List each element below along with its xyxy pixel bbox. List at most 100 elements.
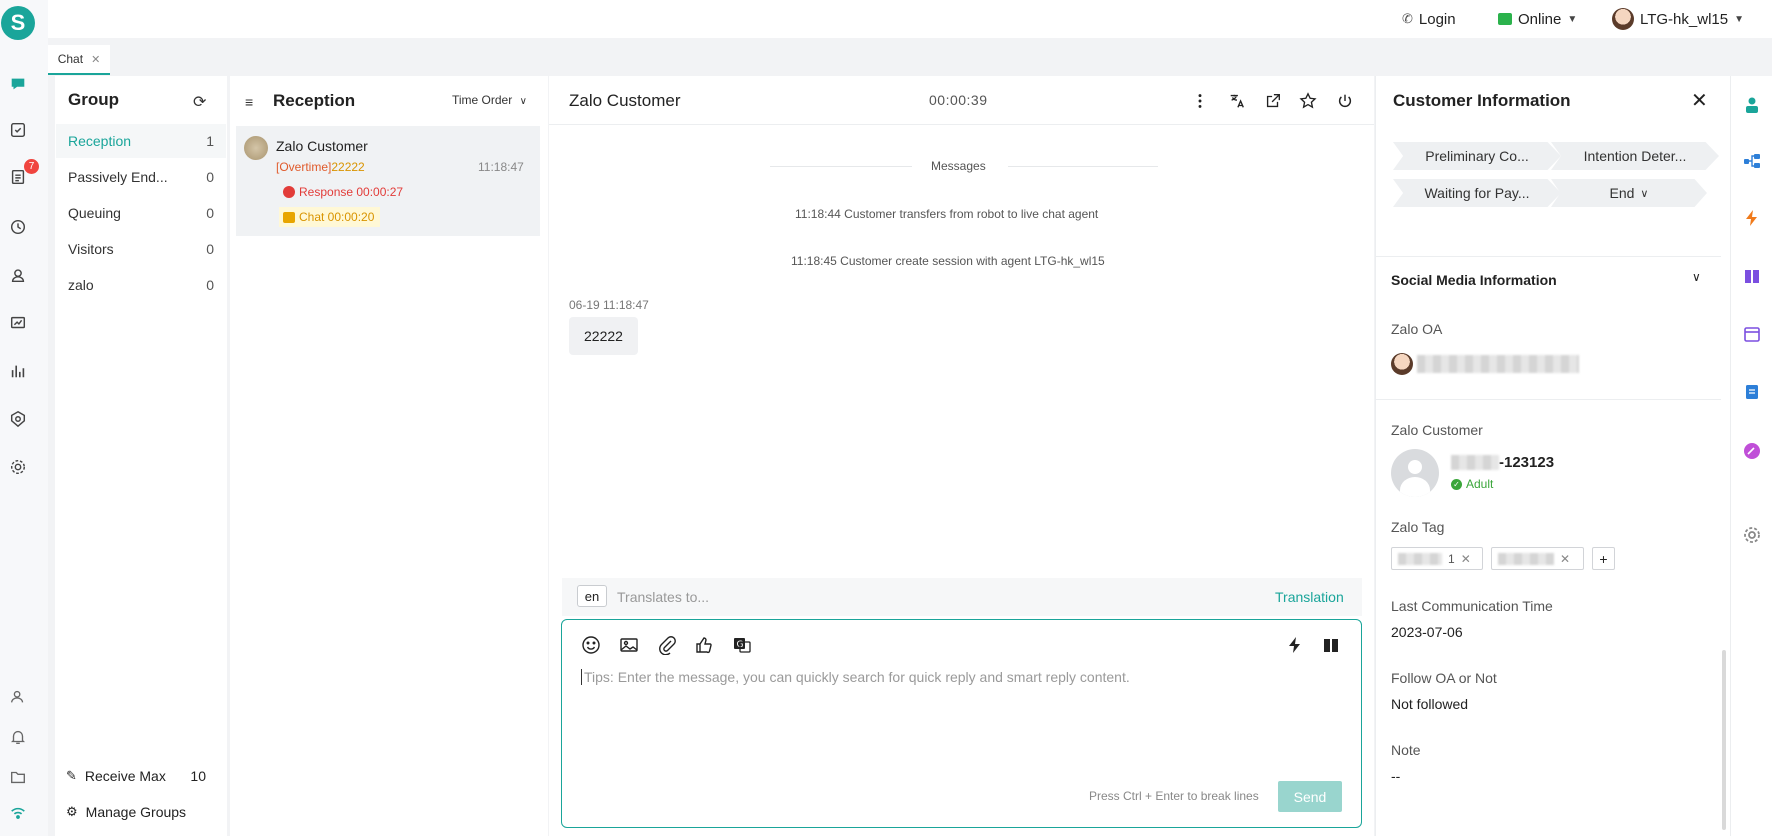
- receive-max-row[interactable]: ✎ Receive Max 10: [66, 768, 206, 784]
- monitor-icon[interactable]: [7, 312, 29, 334]
- folder-icon[interactable]: [7, 766, 29, 788]
- session-timer: 00:00:39: [929, 92, 988, 108]
- manage-groups-button[interactable]: ⚙ Manage Groups: [66, 804, 186, 820]
- send-button[interactable]: Send: [1278, 781, 1342, 812]
- note-value: --: [1391, 768, 1401, 784]
- scrollbar[interactable]: [1722, 650, 1726, 830]
- tab-chat[interactable]: Chat ✕: [48, 45, 110, 75]
- login-button[interactable]: ✆ Login: [1402, 8, 1456, 30]
- thumbs-up-icon[interactable]: [693, 634, 715, 656]
- group-item-count: 0: [206, 277, 214, 293]
- zalo-oa-avatar: [1391, 353, 1413, 375]
- session-preview: [Overtime]22222: [276, 160, 365, 174]
- zalo-tag[interactable]: ✕: [1491, 547, 1584, 570]
- quick-reply-icon[interactable]: [1741, 207, 1763, 229]
- session-time: 11:18:47: [478, 160, 524, 174]
- tab-label: Chat: [57, 52, 84, 66]
- chat-title: Zalo Customer: [569, 91, 681, 110]
- group-item-count: 0: [206, 241, 214, 257]
- group-item-count: 0: [206, 205, 214, 221]
- stage-intention[interactable]: Intention Deter...: [1551, 142, 1719, 170]
- flow-icon[interactable]: [1741, 150, 1763, 172]
- message-input[interactable]: Tips: Enter the message, you can quickly…: [581, 669, 1130, 685]
- group-item-passively-ended[interactable]: Passively End... 0: [56, 160, 226, 194]
- signature-icon[interactable]: [1741, 440, 1763, 462]
- contacts-icon[interactable]: [7, 264, 29, 286]
- chevron-down-icon: ∨: [519, 96, 527, 107]
- app-logo[interactable]: S: [1, 6, 35, 40]
- tab-strip: [48, 38, 1772, 75]
- message-timestamp: 06-19 11:18:47: [569, 298, 649, 312]
- group-item-reception[interactable]: Reception 1: [56, 124, 226, 158]
- sort-label: Time Order: [452, 93, 513, 107]
- lightning-icon[interactable]: [1284, 634, 1306, 656]
- tag-suffix: 1: [1448, 551, 1455, 566]
- attachment-icon[interactable]: [656, 634, 678, 656]
- adult-label: Adult: [1466, 477, 1494, 491]
- agent-icon[interactable]: [7, 686, 29, 708]
- refresh-icon[interactable]: ⟳: [193, 92, 206, 112]
- book-icon[interactable]: [1320, 634, 1342, 656]
- language-chip[interactable]: en: [577, 585, 607, 607]
- power-icon[interactable]: [1334, 90, 1356, 112]
- add-tag-button[interactable]: +: [1592, 547, 1615, 570]
- close-icon[interactable]: ✕: [1461, 552, 1471, 566]
- status-dropdown[interactable]: Online ▼: [1498, 8, 1577, 30]
- group-item-zalo[interactable]: zalo 0: [56, 268, 226, 302]
- overtime-label: [Overtime]: [276, 160, 332, 174]
- agent-menu[interactable]: LTG-hk_wl15 ▼: [1612, 8, 1744, 30]
- close-icon[interactable]: ✕: [1560, 552, 1570, 566]
- group-item-label: Reception: [68, 133, 132, 149]
- image-icon[interactable]: [618, 634, 640, 656]
- more-icon[interactable]: [1189, 90, 1211, 112]
- bell-icon[interactable]: [7, 726, 29, 748]
- document-icon[interactable]: [1741, 381, 1763, 403]
- zalo-tag[interactable]: 1 ✕: [1391, 547, 1483, 570]
- adult-badge: ✓ Adult: [1451, 477, 1493, 491]
- customer-icon[interactable]: [1741, 94, 1763, 116]
- login-label: Login: [1418, 10, 1456, 28]
- group-item-label: Visitors: [68, 241, 114, 257]
- translate-icon[interactable]: [1226, 90, 1248, 112]
- google-translate-icon[interactable]: G: [731, 634, 753, 656]
- settings-icon[interactable]: [7, 456, 29, 478]
- system-message: 11:18:44 Customer transfers from robot t…: [795, 207, 1099, 221]
- chat-bubble-icon: [283, 211, 295, 223]
- zalo-oa-label: Zalo OA: [1391, 321, 1443, 337]
- info-title: Customer Information: [1393, 91, 1571, 110]
- report-icon[interactable]: [7, 360, 29, 382]
- close-icon[interactable]: ✕: [1691, 88, 1708, 113]
- chevron-down-icon[interactable]: ∨: [1692, 270, 1701, 284]
- sort-dropdown[interactable]: Time Order ∨: [452, 93, 527, 107]
- settings-icon[interactable]: [1741, 524, 1763, 546]
- knowledge-icon[interactable]: [1741, 265, 1763, 287]
- check-circle-icon: ✓: [1451, 478, 1462, 490]
- group-item-visitors[interactable]: Visitors 0: [56, 232, 226, 266]
- emoji-icon[interactable]: [580, 634, 602, 656]
- translation-button[interactable]: Translation: [1275, 589, 1344, 605]
- list-icon[interactable]: ≡: [245, 94, 253, 110]
- group-item-queuing[interactable]: Queuing 0: [56, 196, 226, 230]
- social-media-header: Social Media Information: [1391, 272, 1557, 288]
- translate-input[interactable]: Translates to...: [617, 589, 709, 605]
- response-label: Response 00:00:27: [299, 185, 404, 199]
- group-item-count: 0: [206, 169, 214, 185]
- task-icon[interactable]: [7, 119, 29, 141]
- security-icon[interactable]: [7, 408, 29, 430]
- history-icon[interactable]: [7, 216, 29, 238]
- star-icon[interactable]: [1297, 90, 1319, 112]
- chat-icon[interactable]: [7, 73, 29, 95]
- group-item-label: Passively End...: [68, 169, 168, 185]
- phone-icon: ✆: [1402, 11, 1413, 26]
- notification-badge: 7: [24, 159, 39, 174]
- messages-label: Messages: [931, 159, 986, 173]
- stage-preliminary[interactable]: Preliminary Co...: [1393, 142, 1561, 170]
- customer-id-suffix: -123123: [1499, 454, 1555, 471]
- stage-waiting-payment[interactable]: Waiting for Pay...: [1393, 179, 1561, 207]
- agent-avatar: [1612, 8, 1634, 30]
- calendar-icon[interactable]: [1741, 323, 1763, 345]
- agent-name: LTG-hk_wl15: [1640, 10, 1729, 28]
- transfer-icon[interactable]: [1262, 90, 1284, 112]
- stage-end[interactable]: End ∨: [1551, 179, 1707, 207]
- close-icon[interactable]: ✕: [91, 53, 100, 66]
